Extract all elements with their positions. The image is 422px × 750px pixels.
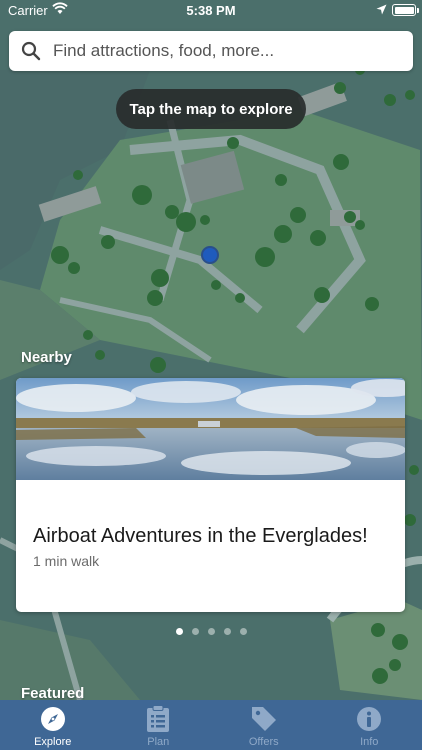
card-subtitle: 1 min walk bbox=[33, 553, 100, 569]
status-bar: Carrier 5:38 PM bbox=[0, 0, 422, 22]
clock: 5:38 PM bbox=[186, 3, 236, 18]
tab-plan[interactable]: Plan bbox=[106, 700, 212, 750]
page-dot[interactable] bbox=[191, 628, 199, 635]
page-dot[interactable] bbox=[175, 628, 183, 635]
location-arrow-icon bbox=[376, 3, 387, 18]
card-title: Airboat Adventures in the Everglades! bbox=[33, 525, 368, 547]
tab-bar: Explore Plan Offers Info bbox=[0, 700, 422, 750]
carousel-page-dots[interactable] bbox=[0, 628, 422, 635]
tab-label: Offers bbox=[248, 736, 279, 748]
compass-icon bbox=[40, 705, 66, 733]
page-dot[interactable] bbox=[207, 628, 215, 635]
tab-label: Plan bbox=[147, 736, 170, 748]
tab-offers[interactable]: Offers bbox=[211, 700, 317, 750]
nearby-heading: Nearby bbox=[21, 349, 72, 366]
map-hint-pill: Tap the map to explore bbox=[116, 89, 306, 129]
page-dot[interactable] bbox=[223, 628, 231, 635]
battery-icon bbox=[392, 4, 416, 16]
clipboard-icon bbox=[146, 705, 170, 733]
battery-tip bbox=[417, 8, 419, 13]
nearby-card[interactable]: Airboat Adventures in the Everglades! 1 … bbox=[16, 378, 405, 612]
user-location-dot bbox=[201, 246, 219, 264]
tag-icon bbox=[250, 705, 278, 733]
card-photo bbox=[16, 378, 405, 480]
info-icon bbox=[356, 705, 382, 733]
tab-info[interactable]: Info bbox=[317, 700, 422, 750]
tab-label: Info bbox=[360, 736, 379, 748]
tab-explore[interactable]: Explore bbox=[0, 700, 106, 750]
tab-label: Explore bbox=[34, 736, 72, 748]
page-dot[interactable] bbox=[239, 628, 247, 635]
search-input[interactable] bbox=[53, 41, 393, 61]
search-bar[interactable] bbox=[9, 31, 413, 71]
search-icon bbox=[9, 41, 53, 61]
